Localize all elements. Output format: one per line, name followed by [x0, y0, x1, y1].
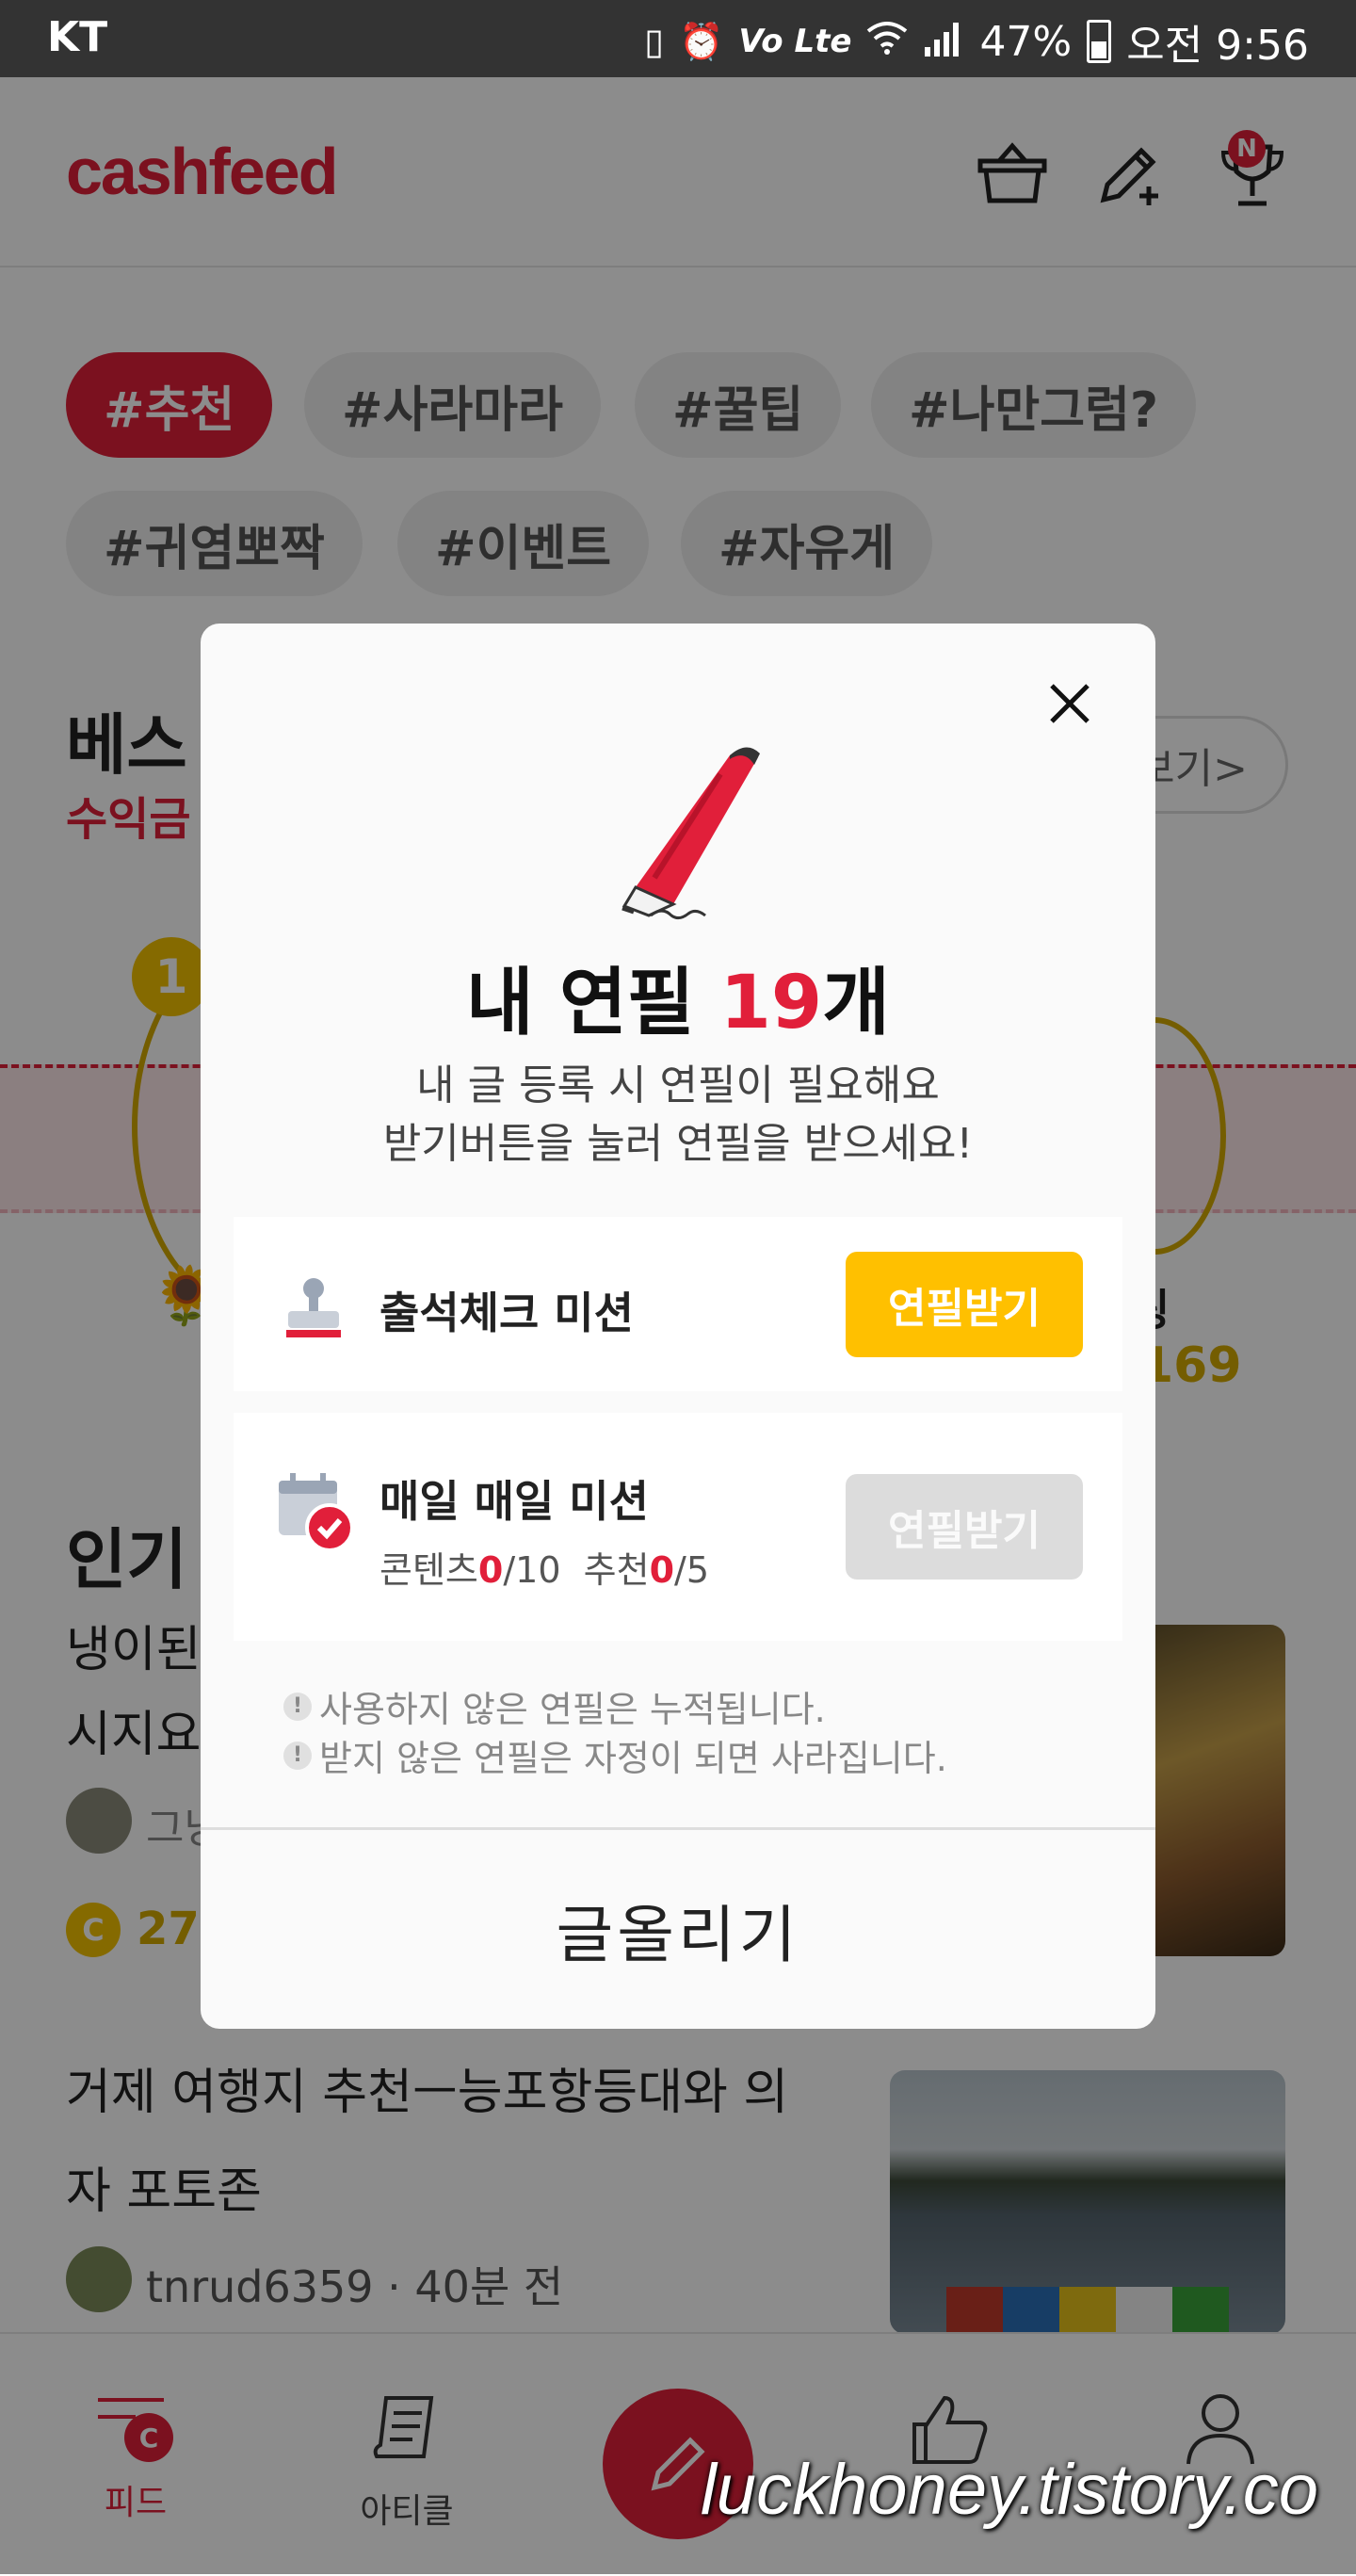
close-icon[interactable] — [1037, 671, 1103, 737]
volte-icon: Vo Lte — [738, 23, 852, 60]
battery-percent: 47% — [979, 17, 1073, 66]
attendance-mission-label: 출석체크 미션 — [379, 1288, 634, 1338]
watermark-text: luckhoney.tistory.co — [700, 2450, 1318, 2530]
red-pencil-icon — [617, 737, 777, 925]
recommend-label: 추천 — [583, 1549, 650, 1591]
daily-claim-button[interactable]: 연필받기 — [846, 1474, 1083, 1580]
desc-line1: 내 글 등록 시 연필이 필요해요 — [416, 1061, 940, 1110]
modal-title: 내 연필 19개 — [201, 944, 1155, 1049]
status-icons: ▯ ⏰ Vo Lte 47% 오전 9:56 — [644, 11, 1309, 72]
note2-text: 받지 않은 연필은 자정이 되면 사라집니다. — [319, 1738, 947, 1779]
content-total: /10 — [503, 1549, 561, 1591]
wifi-icon — [866, 20, 908, 64]
info-icon: ! — [283, 1692, 312, 1721]
calendar-check-icon — [275, 1471, 360, 1556]
note-expire: ! 받지 않은 연필은 자정이 되면 사라집니다. — [283, 1729, 947, 1781]
signal-icon — [923, 19, 964, 65]
post-write-button[interactable]: 글올리기 — [201, 1830, 1155, 2029]
pencil-count: 19 — [719, 961, 823, 1045]
title-prefix: 내 연필 — [466, 961, 720, 1045]
vibrate-icon: ▯ — [644, 21, 665, 62]
modal-description: 내 글 등록 시 연필이 필요해요 받기버튼을 눌러 연필을 받으세요! — [201, 1057, 1155, 1174]
desc-line2: 받기버튼을 눌러 연필을 받으세요! — [382, 1120, 974, 1168]
clock: 오전 9:56 — [1126, 22, 1309, 70]
attendance-mission-row: 출석체크 미션 연필받기 — [234, 1217, 1122, 1391]
pencil-modal: 내 연필 19개 내 글 등록 시 연필이 필요해요 받기버튼을 눌러 연필을 … — [201, 624, 1155, 2029]
note-accumulate: ! 사용하지 않은 연필은 누적됩니다. — [283, 1680, 826, 1732]
content-label: 콘텐츠 — [379, 1549, 478, 1591]
title-suffix: 개 — [822, 961, 890, 1045]
stamp-icon — [281, 1275, 347, 1341]
daily-mission-progress: 콘텐츠0/10 추천0/5 — [379, 1541, 709, 1593]
content-done: 0 — [477, 1549, 504, 1591]
daily-mission-label: 매일 매일 미션 — [379, 1476, 649, 1527]
alarm-icon: ⏰ — [679, 20, 724, 62]
note1-text: 사용하지 않은 연필은 누적됩니다. — [319, 1689, 826, 1730]
battery-icon — [1087, 20, 1112, 63]
daily-mission-row: 매일 매일 미션 콘텐츠0/10 추천0/5 연필받기 — [234, 1413, 1122, 1641]
carrier-label: KT — [47, 13, 108, 61]
info-icon: ! — [283, 1741, 312, 1770]
recommend-done: 0 — [649, 1549, 675, 1591]
attendance-claim-button[interactable]: 연필받기 — [846, 1252, 1083, 1357]
status-bar: KT ▯ ⏰ Vo Lte 47% 오전 9:56 — [0, 0, 1356, 77]
recommend-total: /5 — [674, 1549, 710, 1591]
